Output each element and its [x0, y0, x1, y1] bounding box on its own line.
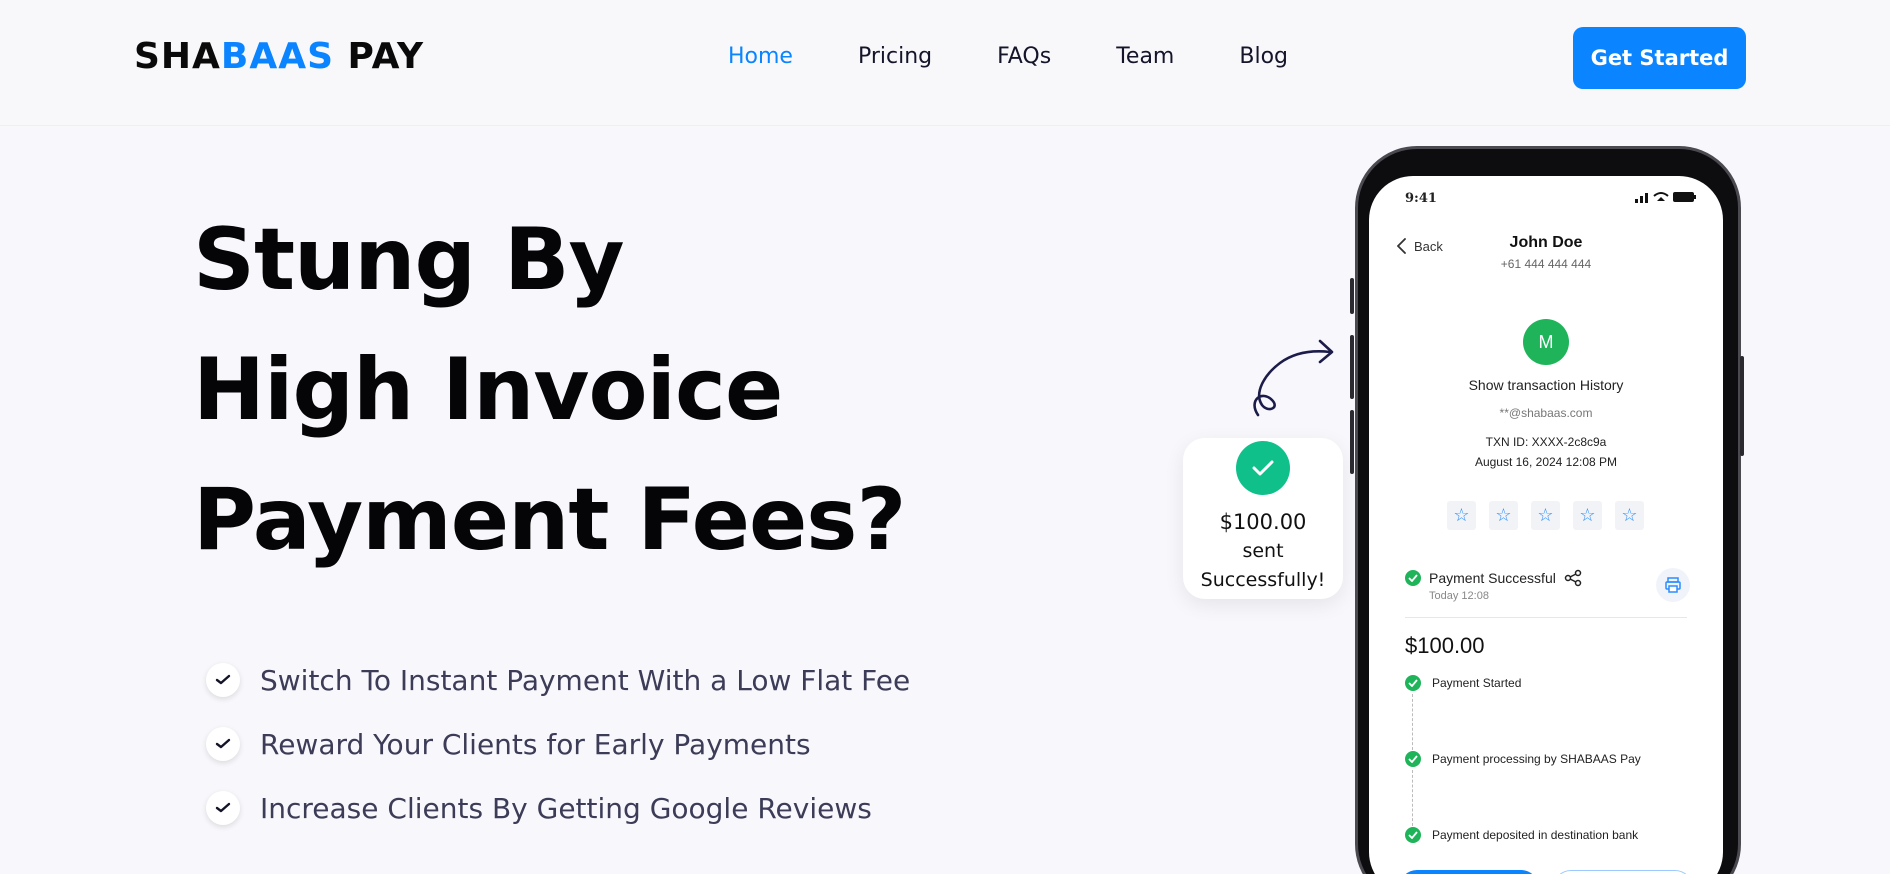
nav-blog[interactable]: Blog — [1239, 44, 1288, 69]
success-check-icon — [1236, 441, 1290, 495]
contact-name: John Doe — [1509, 234, 1583, 251]
nav-pricing[interactable]: Pricing — [858, 44, 932, 69]
main-nav: Home Pricing FAQs Team Blog — [728, 44, 1353, 69]
feature-text: Reward Your Clients for Early Payments — [260, 727, 811, 761]
star-icon[interactable]: ☆ — [1531, 501, 1560, 530]
transaction-id: TXN ID: XXXX-2c8c9a — [1485, 435, 1607, 449]
step-label: Payment processing by SHABAAS Pay — [1432, 752, 1641, 766]
share-icon[interactable] — [1564, 569, 1582, 587]
progress-step: Payment processing by SHABAAS Pay — [1405, 751, 1641, 767]
success-check-icon — [1405, 675, 1421, 691]
logo-text-part: SHA — [134, 36, 221, 77]
step-label: Payment deposited in destination bank — [1432, 828, 1639, 842]
step-connector — [1412, 770, 1413, 826]
headline-line: Payment Fees? — [193, 470, 906, 570]
check-icon — [206, 663, 240, 697]
headline-line: Stung By — [193, 210, 625, 310]
progress-step: Payment Started — [1405, 675, 1521, 691]
star-icon[interactable]: ☆ — [1573, 501, 1602, 530]
nav-faqs[interactable]: FAQs — [997, 44, 1051, 69]
logo-text-part: PAY — [334, 36, 425, 77]
nav-home[interactable]: Home — [728, 44, 793, 69]
feature-item: Reward Your Clients for Early Payments — [206, 712, 910, 776]
step-connector — [1412, 694, 1413, 750]
get-started-button[interactable]: Get Started — [1573, 27, 1746, 89]
feature-item: Switch To Instant Payment With a Low Fla… — [206, 648, 910, 712]
feature-text: Increase Clients By Getting Google Revie… — [260, 791, 872, 825]
success-check-icon — [1405, 751, 1421, 767]
step-label: Payment Started — [1432, 676, 1522, 690]
payment-sent-card: $100.00 sent Successfully! — [1183, 438, 1343, 599]
star-icon[interactable]: ☆ — [1447, 501, 1476, 530]
success-check-icon — [1405, 570, 1421, 586]
phone-side-button — [1350, 335, 1354, 399]
progress-step: Payment deposited in destination bank — [1405, 827, 1638, 843]
nav-team[interactable]: Team — [1116, 44, 1174, 69]
phone-screen: 9:41 Back John Doe +61 444 444 444 M Sho… — [1369, 176, 1723, 874]
payment-status: Payment Successful — [1405, 569, 1582, 587]
phone-side-button — [1350, 278, 1354, 314]
divider — [1405, 617, 1687, 618]
primary-action-button[interactable] — [1399, 870, 1539, 874]
toast-amount: $100.00 — [1219, 510, 1307, 534]
phone-side-button — [1740, 356, 1744, 456]
phone-side-button — [1350, 410, 1354, 474]
payment-status-label: Payment Successful — [1429, 570, 1556, 586]
check-icon — [206, 791, 240, 825]
success-check-icon — [1405, 827, 1421, 843]
print-icon[interactable] — [1656, 568, 1690, 602]
logo-text-part: BAAS — [220, 36, 335, 77]
toast-text: sent — [1242, 540, 1284, 562]
contact-phone: +61 444 444 444 — [1500, 257, 1592, 271]
star-icon[interactable]: ☆ — [1489, 501, 1518, 530]
star-icon[interactable]: ☆ — [1615, 501, 1644, 530]
avatar: M — [1523, 319, 1569, 365]
headline-line: High Invoice — [193, 340, 783, 440]
status-time: 9:41 — [1405, 191, 1437, 206]
site-header: SHABAAS PAY Home Pricing FAQs Team Blog … — [0, 0, 1890, 126]
payment-time: Today 12:08 — [1429, 590, 1489, 602]
feature-list: Switch To Instant Payment With a Low Fla… — [206, 648, 910, 840]
rating-stars: ☆ ☆ ☆ ☆ ☆ — [1447, 501, 1644, 530]
feature-item: Increase Clients By Getting Google Revie… — [206, 776, 910, 840]
contact-email: **@shabaas.com — [1499, 406, 1593, 420]
hero-headline: Stung By High Invoice Payment Fees? — [193, 195, 906, 585]
check-icon — [206, 727, 240, 761]
payment-amount: $100.00 — [1405, 633, 1485, 658]
status-icons — [1635, 190, 1697, 209]
curly-arrow-icon — [1253, 339, 1334, 417]
show-history-link[interactable]: Show transaction History — [1369, 377, 1723, 393]
transaction-date: August 16, 2024 12:08 PM — [1474, 455, 1618, 469]
logo[interactable]: SHABAAS PAY — [134, 36, 424, 77]
feature-text: Switch To Instant Payment With a Low Fla… — [260, 663, 911, 697]
toast-text: Successfully! — [1200, 569, 1326, 591]
secondary-action-button[interactable] — [1553, 870, 1693, 874]
